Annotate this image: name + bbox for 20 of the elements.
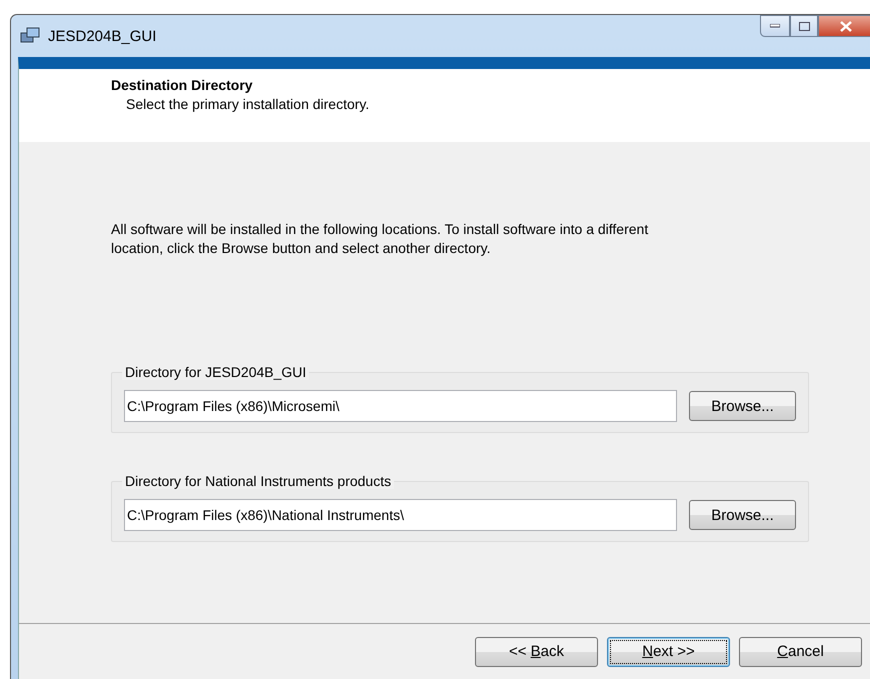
group-label: Directory for JESD204B_GUI	[122, 364, 310, 380]
maximize-button[interactable]	[790, 15, 818, 37]
browse-button[interactable]: Browse...	[689, 500, 796, 530]
computer-icon	[20, 27, 40, 45]
wizard-button[interactable]: Next >>	[607, 636, 730, 666]
directory-field[interactable]: C:\Program Files (x86)\National Instruments\	[124, 499, 677, 531]
minimize-icon	[770, 24, 780, 28]
maximize-icon	[798, 22, 810, 30]
window-title: JESD204B_GUI	[48, 28, 156, 44]
directory-field[interactable]: C:\Program Files (x86)\Microsemi\	[124, 390, 677, 422]
close-button[interactable]	[818, 15, 870, 37]
page-subtitle: Select the primary installation directory.	[125, 96, 370, 112]
close-icon	[840, 20, 852, 32]
browse-button[interactable]: Browse...	[689, 391, 796, 421]
description-text: All software will be installed in the following locations. To install software into a different location, click the Browse button and select another directory.	[111, 220, 650, 258]
wizard-button[interactable]: << Back	[475, 636, 598, 666]
group-label: Directory for National Instruments products	[122, 473, 394, 489]
minimize-button[interactable]	[760, 15, 790, 37]
page-title: Destination Directory	[111, 77, 254, 93]
wizard-button[interactable]: Cancel	[739, 636, 862, 666]
